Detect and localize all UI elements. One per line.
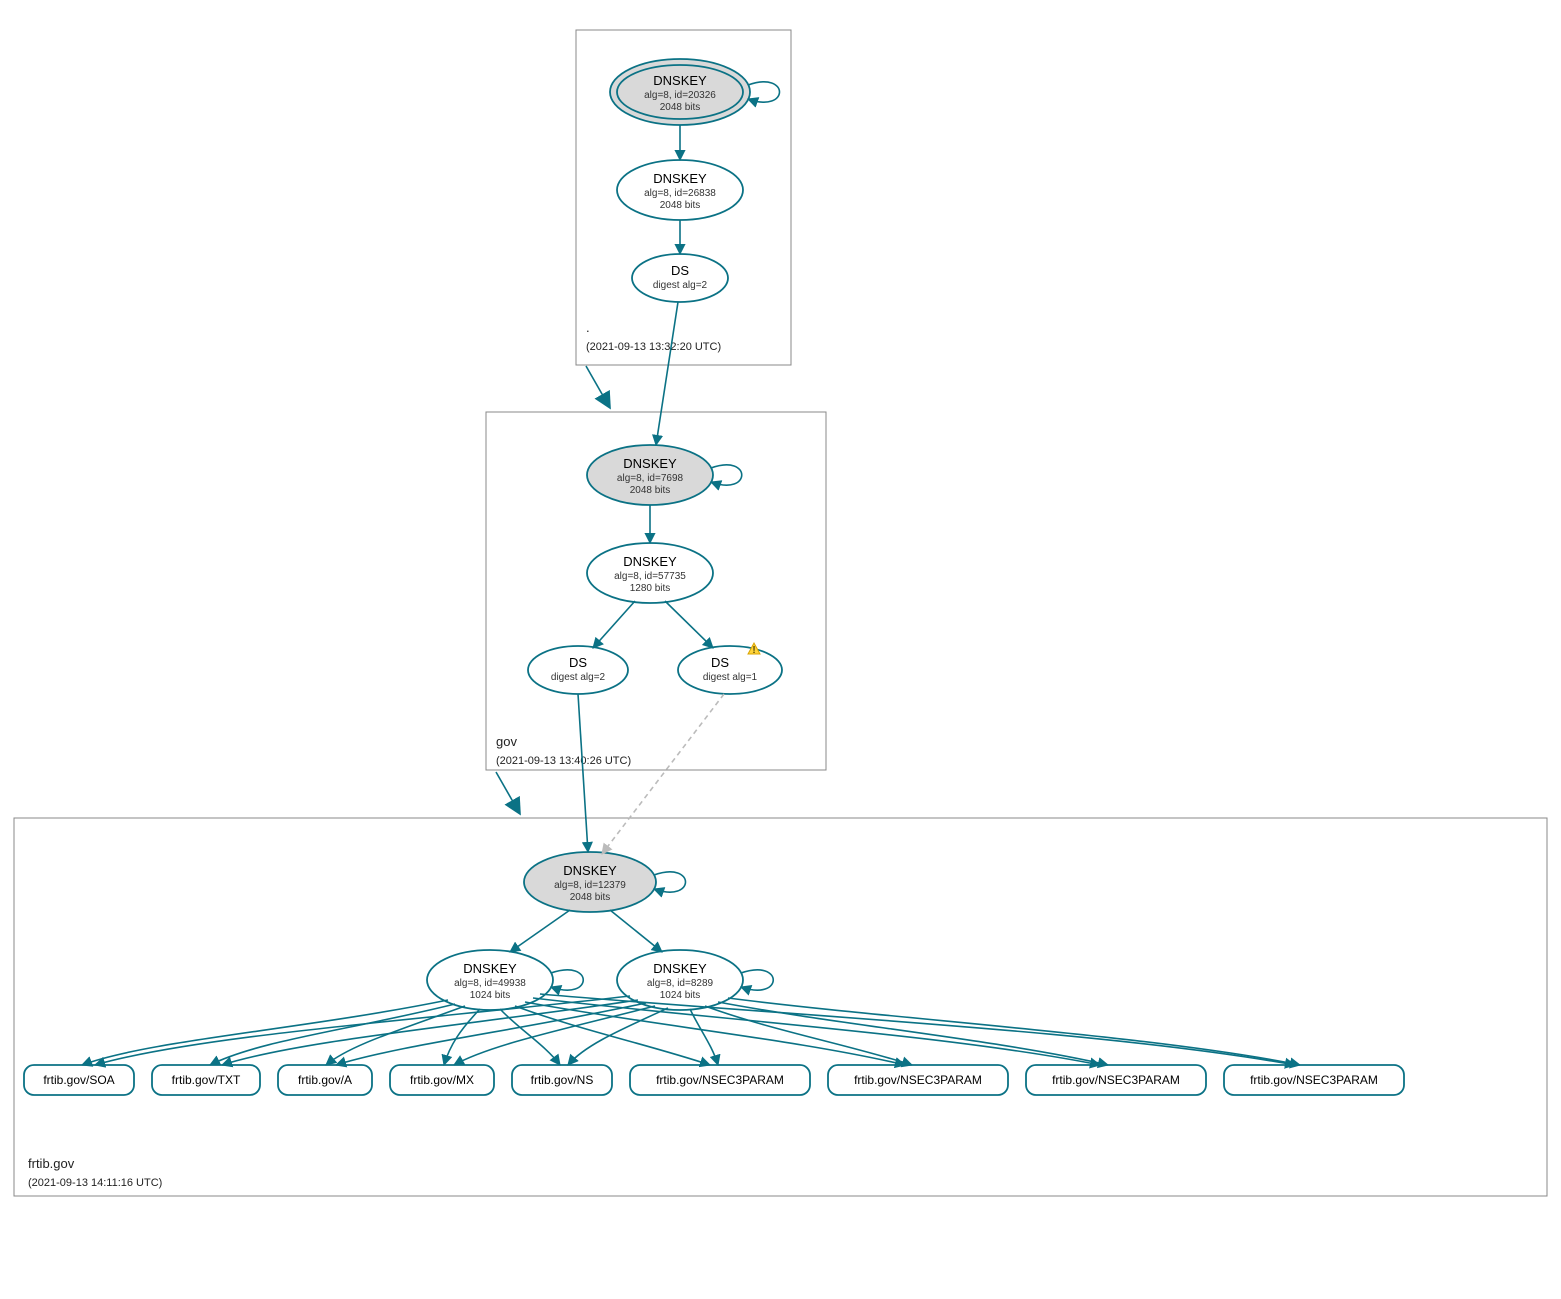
edge-govzsk-govds1	[665, 601, 713, 648]
svg-text:alg=8, id=20326: alg=8, id=20326	[644, 90, 716, 101]
zone-gov-ts: (2021-09-13 13:40:26 UTC)	[496, 755, 631, 767]
edge-frtibz2-self	[741, 970, 773, 990]
rr-soa[interactable]: frtib.gov/SOA	[24, 1065, 134, 1095]
svg-text:frtib.gov/NS: frtib.gov/NS	[531, 1073, 594, 1087]
svg-text:alg=8, id=49938: alg=8, id=49938	[454, 978, 526, 989]
edge-govzsk-govds2	[593, 601, 635, 648]
edge-govds1-frtibksk	[602, 694, 724, 854]
svg-text:frtib.gov/SOA: frtib.gov/SOA	[43, 1073, 114, 1087]
zone-frtib-ts: (2021-09-13 14:11:16 UTC)	[28, 1177, 162, 1189]
zone-root-ts: (2021-09-13 13:32:20 UTC)	[586, 341, 721, 353]
node-root-ds[interactable]: DS digest alg=2	[632, 254, 728, 302]
svg-text:DS: DS	[671, 263, 689, 278]
svg-text:frtib.gov/TXT: frtib.gov/TXT	[172, 1073, 241, 1087]
svg-text:frtib.gov/A: frtib.gov/A	[298, 1073, 352, 1087]
node-frtib-ksk[interactable]: DNSKEY alg=8, id=12379 2048 bits	[524, 852, 656, 912]
edge-govksk-self	[711, 465, 742, 485]
svg-text:frtib.gov/NSEC3PARAM: frtib.gov/NSEC3PARAM	[1052, 1073, 1180, 1087]
svg-text:1024 bits: 1024 bits	[660, 990, 701, 1001]
svg-text:alg=8, id=57735: alg=8, id=57735	[614, 571, 686, 582]
svg-text:DS: DS	[569, 655, 587, 670]
svg-text:alg=8, id=7698: alg=8, id=7698	[617, 473, 684, 484]
svg-text:1024 bits: 1024 bits	[470, 990, 511, 1001]
svg-text:frtib.gov/NSEC3PARAM: frtib.gov/NSEC3PARAM	[1250, 1073, 1378, 1087]
svg-text:2048 bits: 2048 bits	[570, 892, 611, 903]
rr-mx[interactable]: frtib.gov/MX	[390, 1065, 494, 1095]
rr-nsec3param-2[interactable]: frtib.gov/NSEC3PARAM	[828, 1065, 1008, 1095]
svg-text:digest alg=1: digest alg=1	[703, 672, 758, 683]
edge-frtibksk-z2	[610, 910, 662, 952]
node-gov-zsk[interactable]: DNSKEY alg=8, id=57735 1280 bits	[587, 543, 713, 603]
rr-nsec3param-1[interactable]: frtib.gov/NSEC3PARAM	[630, 1065, 810, 1095]
edge-frtibksk-z1	[510, 910, 570, 952]
edge-rootksk-self	[748, 82, 780, 102]
svg-text:frtib.gov/NSEC3PARAM: frtib.gov/NSEC3PARAM	[656, 1073, 784, 1087]
node-root-zsk[interactable]: DNSKEY alg=8, id=26838 2048 bits	[617, 160, 743, 220]
rr-txt[interactable]: frtib.gov/TXT	[152, 1065, 260, 1095]
dnssec-graph: . (2021-09-13 13:32:20 UTC) DNSKEY alg=8…	[0, 0, 1561, 1299]
svg-text:2048 bits: 2048 bits	[660, 200, 701, 211]
svg-text:DNSKEY: DNSKEY	[653, 73, 707, 88]
node-gov-ds1[interactable]: DS digest alg=1 !	[678, 643, 782, 694]
rr-nsec3param-4[interactable]: frtib.gov/NSEC3PARAM	[1224, 1065, 1404, 1095]
svg-text:2048 bits: 2048 bits	[630, 485, 671, 496]
node-gov-ksk[interactable]: DNSKEY alg=8, id=7698 2048 bits	[587, 445, 713, 505]
svg-text:alg=8, id=12379: alg=8, id=12379	[554, 880, 626, 891]
svg-text:digest alg=2: digest alg=2	[653, 280, 708, 291]
svg-text:frtib.gov/NSEC3PARAM: frtib.gov/NSEC3PARAM	[854, 1073, 982, 1087]
zone-frtib-box	[14, 818, 1547, 1196]
svg-text:1280 bits: 1280 bits	[630, 583, 671, 594]
svg-text:DNSKEY: DNSKEY	[463, 961, 517, 976]
rr-ns[interactable]: frtib.gov/NS	[512, 1065, 612, 1095]
rr-a[interactable]: frtib.gov/A	[278, 1065, 372, 1095]
svg-text:!: !	[752, 645, 755, 656]
svg-text:digest alg=2: digest alg=2	[551, 672, 606, 683]
edge-delegation-root-gov	[586, 366, 610, 408]
svg-text:DNSKEY: DNSKEY	[653, 171, 707, 186]
svg-text:DNSKEY: DNSKEY	[563, 863, 617, 878]
edge-delegation-gov-frtib	[496, 772, 520, 814]
node-root-ksk[interactable]: DNSKEY alg=8, id=20326 2048 bits	[610, 59, 750, 125]
svg-text:alg=8, id=26838: alg=8, id=26838	[644, 188, 716, 199]
rr-nsec3param-3[interactable]: frtib.gov/NSEC3PARAM	[1026, 1065, 1206, 1095]
zone-root-name: .	[586, 320, 590, 335]
svg-text:DS: DS	[711, 655, 729, 670]
svg-text:DNSKEY: DNSKEY	[623, 554, 677, 569]
edge-frtibz1-self	[551, 970, 583, 990]
zone-gov-name: gov	[496, 734, 517, 749]
edge-frtibksk-self	[654, 872, 686, 892]
svg-text:2048 bits: 2048 bits	[660, 102, 701, 113]
edge-govds2-frtibksk	[578, 694, 588, 852]
svg-text:DNSKEY: DNSKEY	[623, 456, 677, 471]
svg-text:alg=8, id=8289: alg=8, id=8289	[647, 978, 714, 989]
edge-rootds-govksk	[656, 302, 678, 445]
svg-text:DNSKEY: DNSKEY	[653, 961, 707, 976]
zone-frtib-name: frtib.gov	[28, 1156, 75, 1171]
node-gov-ds2[interactable]: DS digest alg=2	[528, 646, 628, 694]
svg-text:frtib.gov/MX: frtib.gov/MX	[410, 1073, 474, 1087]
